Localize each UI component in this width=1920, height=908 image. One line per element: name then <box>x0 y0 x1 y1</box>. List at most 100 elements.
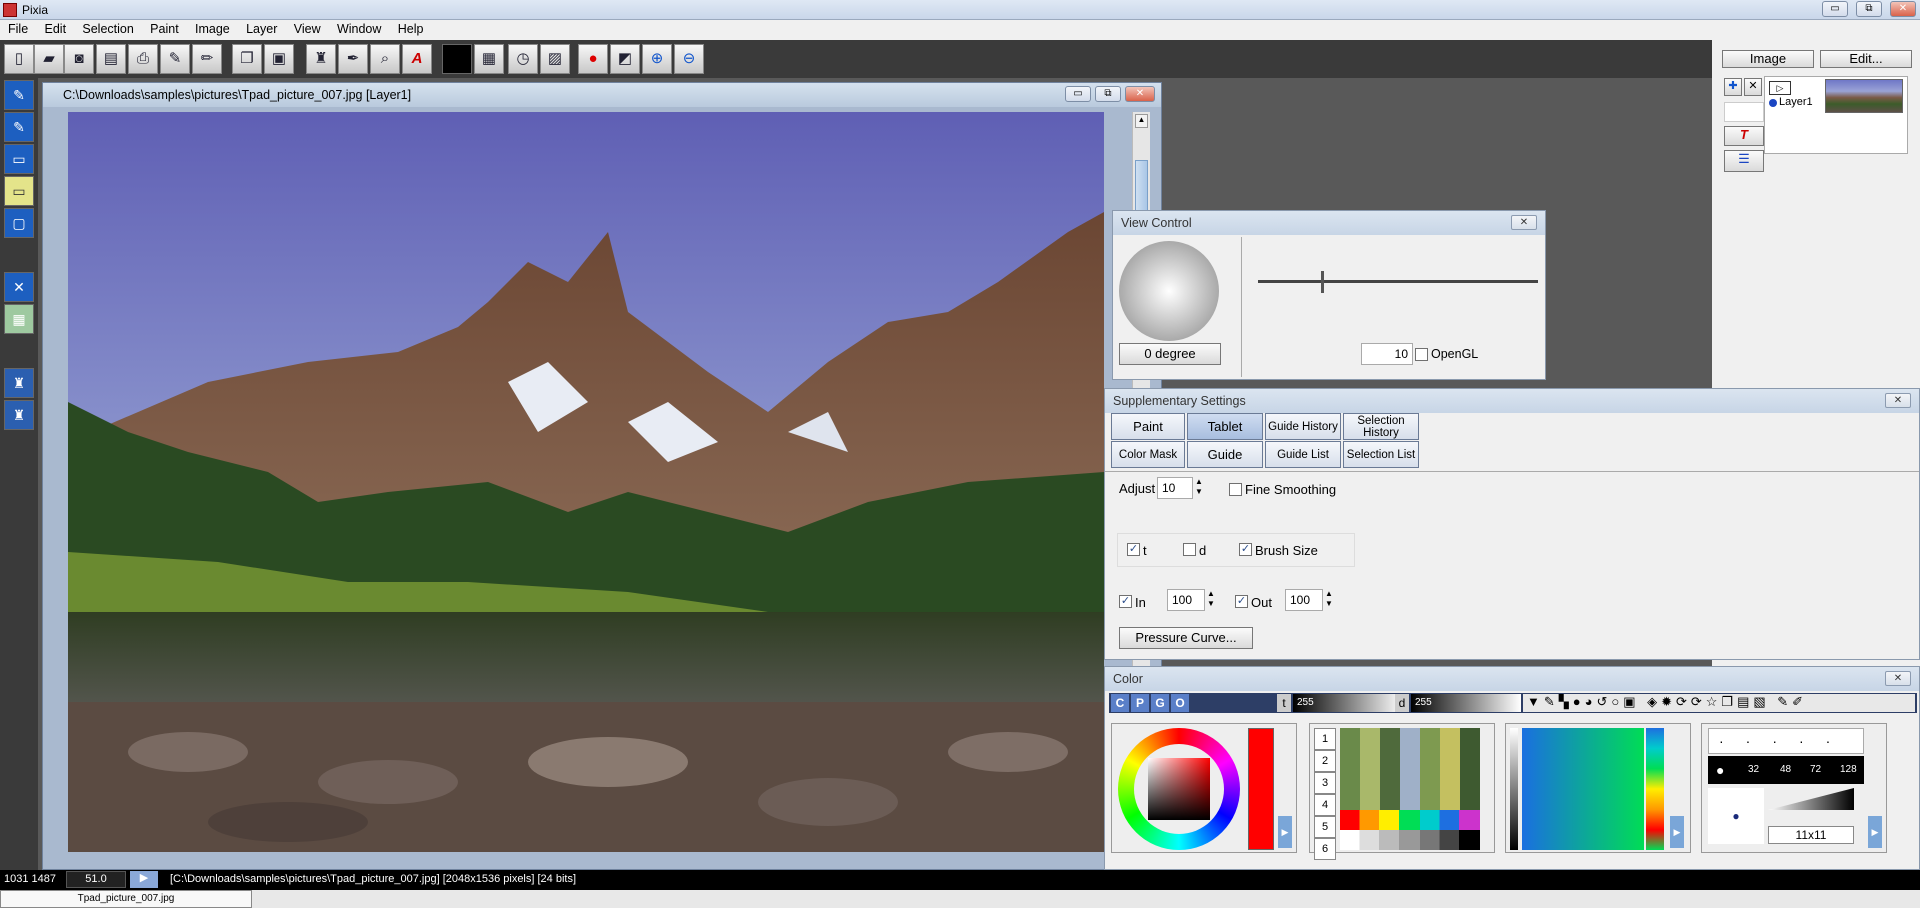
brush-size-48[interactable]: 48 <box>1780 756 1791 784</box>
d-density-slider[interactable]: 255 <box>1411 694 1521 712</box>
menu-file[interactable]: File <box>0 20 33 36</box>
current-color-swatch[interactable] <box>1248 728 1274 850</box>
color-close-icon[interactable]: ✕ <box>1885 671 1911 686</box>
record-icon[interactable]: ● <box>578 44 608 74</box>
image-canvas[interactable] <box>68 112 1104 852</box>
magnifier-icon[interactable]: ⌕ <box>370 44 400 74</box>
brush-size-72[interactable]: 72 <box>1810 756 1821 784</box>
brush-size-128[interactable]: 128 <box>1840 756 1857 784</box>
tab-color-mask[interactable]: Color Mask <box>1111 441 1185 468</box>
restore-button[interactable]: ⧉ <box>1856 1 1882 17</box>
close-button[interactable]: ✕ <box>1890 1 1916 17</box>
degree-button[interactable]: 0 degree <box>1119 343 1221 365</box>
rotation-dial[interactable] <box>1119 241 1219 341</box>
zoom-go-icon[interactable]: ▶ <box>130 871 158 888</box>
brush-pressure-ramp[interactable] <box>1768 788 1854 810</box>
mode-o-button[interactable]: O <box>1171 694 1189 712</box>
doc-minimize-button[interactable]: ▭ <box>1065 86 1091 102</box>
deselect-icon[interactable]: ✕ <box>4 272 34 302</box>
pen-tool-2-icon[interactable]: ✎ <box>4 112 34 142</box>
brush-icon[interactable]: ✎ <box>160 44 190 74</box>
doc-close-button[interactable]: ✕ <box>1125 86 1155 102</box>
text-icon[interactable]: A <box>402 44 432 74</box>
layer-visibility-icon[interactable]: ▷ <box>1769 81 1791 95</box>
gradient-preview[interactable] <box>1522 728 1644 850</box>
zoom-slider-track[interactable] <box>1258 280 1538 283</box>
document-tab[interactable]: Tpad_picture_007.jpg <box>0 890 252 908</box>
wheel-expand-icon[interactable]: ▶ <box>1278 816 1292 848</box>
add-layer-icon[interactable]: ✚ <box>1724 78 1742 96</box>
out-checkbox[interactable]: ✓ <box>1235 595 1248 608</box>
transparency-icon[interactable]: ▦ <box>4 304 34 334</box>
edit-button[interactable]: Edit... <box>1820 50 1912 68</box>
palette-row-6[interactable]: 6 <box>1314 838 1336 860</box>
in-field[interactable]: 100 <box>1167 589 1205 611</box>
menu-help[interactable]: Help <box>390 20 429 36</box>
pen-tool-icon[interactable]: ✎ <box>4 80 34 110</box>
gradient-steps[interactable] <box>1646 728 1664 850</box>
opengl-checkbox[interactable] <box>1415 348 1428 361</box>
out-field[interactable]: 100 <box>1285 589 1323 611</box>
zoom-out-icon[interactable]: ⊖ <box>674 44 704 74</box>
color-swatches-row[interactable] <box>1340 810 1480 830</box>
d-checkbox[interactable] <box>1183 543 1196 556</box>
texture-swatches[interactable] <box>1340 728 1480 810</box>
menu-paint[interactable]: Paint <box>142 20 184 36</box>
brush-mode-toolbar[interactable]: ▼✎▚●◕↺○▣ ◈✹⟳⟳☆❐▤▧ ✎✐ <box>1523 694 1915 712</box>
stamp-tool-2-icon[interactable]: ♜ <box>4 400 34 430</box>
menu-window[interactable]: Window <box>329 20 386 36</box>
supplementary-close-icon[interactable]: ✕ <box>1885 393 1911 408</box>
layer-text-icon[interactable]: T <box>1724 126 1764 146</box>
menu-layer[interactable]: Layer <box>238 20 282 36</box>
mode-g-button[interactable]: G <box>1151 694 1169 712</box>
zoom-in-icon[interactable]: ⊕ <box>642 44 672 74</box>
save-icon[interactable]: ▤ <box>96 44 126 74</box>
new-file-icon[interactable]: ▯ <box>4 44 34 74</box>
mode-p-button[interactable]: P <box>1131 694 1149 712</box>
stamp-icon[interactable]: ♜ <box>306 44 336 74</box>
brush-dimension-field[interactable]: 11x11 <box>1768 826 1854 844</box>
tab-tablet[interactable]: Tablet <box>1187 413 1263 440</box>
brush-size-checkbox[interactable]: ✓ <box>1239 543 1252 556</box>
image-button[interactable]: Image <box>1722 50 1814 68</box>
zoom-field[interactable]: 51.0 <box>66 871 126 888</box>
menu-image[interactable]: Image <box>187 20 235 36</box>
menu-edit[interactable]: Edit <box>37 20 72 36</box>
t-opacity-slider[interactable]: 255 <box>1293 694 1403 712</box>
pressure-curve-button[interactable]: Pressure Curve... <box>1119 627 1253 649</box>
paste-icon[interactable]: ▣ <box>264 44 294 74</box>
in-checkbox[interactable]: ✓ <box>1119 595 1132 608</box>
open-folder-icon[interactable]: ▰ <box>34 44 64 74</box>
frame-tool-icon[interactable]: ▢ <box>4 208 34 238</box>
layer-name[interactable]: Layer1 <box>1779 96 1813 108</box>
print-icon[interactable]: ⎙ <box>128 44 158 74</box>
in-spinner-icon[interactable]: ▲ ▼ <box>1207 589 1215 609</box>
notes-icon[interactable]: ▨ <box>540 44 570 74</box>
palette-row-4[interactable]: 4 <box>1314 794 1336 816</box>
brush-expand-icon[interactable]: ▶ <box>1868 816 1882 848</box>
grey-swatches-row[interactable] <box>1340 830 1480 850</box>
zoom-slider-thumb[interactable] <box>1321 271 1324 293</box>
stamp-tool-icon[interactable]: ♜ <box>4 368 34 398</box>
tab-guide-list[interactable]: Guide List <box>1265 441 1341 468</box>
saturation-square[interactable] <box>1148 758 1210 820</box>
tab-paint[interactable]: Paint <box>1111 413 1185 440</box>
view-control-close-icon[interactable]: ✕ <box>1511 215 1537 230</box>
tab-guide-history[interactable]: Guide History <box>1265 413 1341 440</box>
gradient-expand-icon[interactable]: ▶ <box>1670 816 1684 848</box>
menu-view[interactable]: View <box>286 20 326 36</box>
tab-selection-history[interactable]: Selection History <box>1343 413 1419 440</box>
adjust-spinner-icon[interactable]: ▲ ▼ <box>1195 477 1203 497</box>
small-brush-sizes[interactable]: ····· <box>1708 728 1864 754</box>
layer-thumbnail[interactable] <box>1825 79 1903 113</box>
color-swatch-icon[interactable] <box>442 44 472 74</box>
dropper-icon[interactable]: ✒ <box>338 44 368 74</box>
fill-tool-icon[interactable]: ▭ <box>4 176 34 206</box>
navigator-icon[interactable]: ▦ <box>474 44 504 74</box>
doc-restore-button[interactable]: ⧉ <box>1095 86 1121 102</box>
palette-row-5[interactable]: 5 <box>1314 816 1336 838</box>
adjust-field[interactable]: 10 <box>1157 477 1193 499</box>
scroll-up-icon[interactable]: ▲ <box>1135 114 1148 128</box>
tab-guide[interactable]: Guide <box>1187 441 1263 468</box>
clock-icon[interactable]: ◷ <box>508 44 538 74</box>
